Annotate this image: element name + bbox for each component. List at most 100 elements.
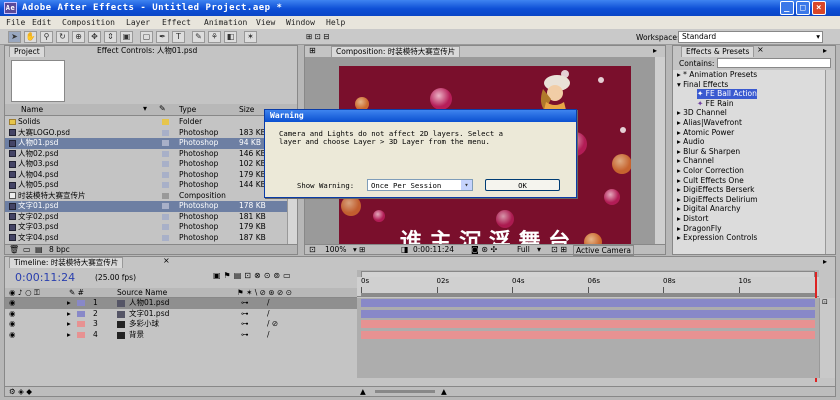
bit-depth-label[interactable]: 8 bpc — [49, 245, 70, 254]
effects-tree-item[interactable]: ▸ Alias|Wavefront — [677, 118, 742, 128]
list-item[interactable]: 人物01.psd Photoshop 94 KB — [5, 138, 287, 149]
tab-effects-presets[interactable]: Effects & Presets — [681, 46, 755, 57]
effects-tree-item[interactable]: ▸ Color Correction — [677, 166, 744, 176]
timeline-switches-icon[interactable]: ▣⚑▤⊡⊗⊙⊚▭ — [213, 271, 294, 280]
camera-snapshot-icon[interactable]: ◨ — [401, 245, 409, 254]
tab-timeline[interactable]: Timeline: 时装模特大赛宣传片 — [9, 257, 124, 268]
track-z-camera-tool-icon[interactable]: ⇕ — [104, 31, 117, 43]
close-tab-icon[interactable]: × — [757, 45, 764, 54]
expand-arrow-icon[interactable]: ▸ — [67, 319, 71, 329]
eye-icon[interactable]: ◉ — [9, 298, 16, 308]
shy-switch-icon[interactable]: ⊶ — [241, 298, 249, 308]
effects-tree-item[interactable]: ▸ Cult Effects One — [677, 176, 744, 186]
puppet-tool-icon[interactable]: ✶ — [244, 31, 257, 43]
zoom-dropdown-icon[interactable]: ▾ ⊞ — [353, 245, 365, 254]
menu-window[interactable]: Window — [286, 18, 315, 27]
rotate-tool-icon[interactable]: ↻ — [56, 31, 69, 43]
effects-tree-item[interactable]: ▸ Audio — [677, 137, 704, 147]
snapshot-icon[interactable]: ◙ ⊛ ✣ — [471, 245, 497, 254]
quality-switch-icon[interactable]: / — [267, 298, 270, 308]
timeline-scrollbar[interactable]: ⊡ — [819, 298, 835, 378]
axis-mode-icon[interactable]: ⊞ ⊡ ⊟ — [306, 32, 330, 41]
brush-tool-icon[interactable]: ✎ — [192, 31, 205, 43]
tab-effect-controls[interactable]: Effect Controls: 人物01.psd — [93, 46, 201, 57]
label-column-icon[interactable]: ✎ — [159, 104, 166, 113]
effects-tree-item[interactable]: ▸ DigiEffects Berserk — [677, 185, 755, 195]
effects-tree-item[interactable]: ▸ Blur & Sharpen — [677, 147, 740, 157]
layer-row[interactable]: ◉ ▸ 3 多彩小球 ⊶ / ⊘ — [5, 319, 357, 330]
list-item[interactable]: 文字03.psd Photoshop 179 KB — [5, 222, 287, 233]
zoom-level[interactable]: 100% — [325, 245, 346, 254]
effects-tree-item[interactable]: ▸ Atomic Power — [677, 128, 734, 138]
menu-view[interactable]: View — [256, 18, 275, 27]
clone-stamp-tool-icon[interactable]: ⚘ — [208, 31, 221, 43]
chevron-down-icon[interactable]: ▾ — [537, 245, 541, 254]
effects-tree-item[interactable]: ▸ DigiEffects Delirium — [677, 195, 758, 205]
list-item[interactable]: 人物02.psd Photoshop 146 KB — [5, 149, 287, 160]
chevron-down-icon[interactable]: ▾ — [143, 104, 147, 113]
layer-row[interactable]: ◉ ▸ 2 文字01.psd ⊶ / — [5, 309, 357, 320]
shy-switch-icon[interactable]: ⊶ — [241, 319, 249, 329]
menu-edit[interactable]: Edit — [32, 18, 51, 27]
workspace-select[interactable]: Standard ▾ — [678, 31, 823, 43]
zoom-tool-icon[interactable]: ⚲ — [40, 31, 53, 43]
list-item[interactable]: 人物03.psd Photoshop 102 KB — [5, 159, 287, 170]
panel-menu-icon[interactable]: ▸ — [823, 257, 827, 266]
maximize-button[interactable]: □ — [796, 1, 810, 15]
effects-tree-item[interactable]: ▸ Channel — [677, 156, 714, 166]
chevron-down-icon[interactable]: ▾ — [461, 180, 472, 190]
comp-timecode[interactable]: 0:00:11:24 — [413, 245, 454, 254]
active-camera-select[interactable]: Active Camera — [573, 245, 635, 256]
layer-duration-bar[interactable] — [361, 299, 815, 307]
hand-tool-icon[interactable]: ✋ — [24, 31, 37, 43]
menu-help[interactable]: Help — [326, 18, 345, 27]
label-column-icon[interactable]: ✎ # — [69, 288, 84, 297]
mask-tool-icon[interactable]: ▢ — [140, 31, 153, 43]
column-type[interactable]: Type — [179, 105, 196, 114]
column-size[interactable]: Size — [239, 105, 254, 114]
ok-button[interactable]: OK — [485, 179, 560, 191]
menu-composition[interactable]: Composition — [62, 18, 115, 27]
show-warning-select[interactable]: Once Per Session ▾ — [367, 179, 473, 191]
text-tool-icon[interactable]: T — [172, 31, 185, 43]
column-name[interactable]: Name — [21, 105, 43, 114]
list-item[interactable]: 文字01.psd Photoshop 178 KB — [5, 201, 287, 212]
list-item[interactable]: 人物05.psd Photoshop 144 KB — [5, 180, 287, 191]
source-name-header[interactable]: Source Name — [117, 288, 167, 297]
expand-arrow-icon[interactable]: ▸ — [67, 298, 71, 308]
timeline-timecode[interactable]: 0:00:11:24 — [15, 271, 75, 284]
pan-behind-tool-icon[interactable]: ▣ — [120, 31, 133, 43]
lock-icon[interactable]: ⊞ — [309, 46, 316, 55]
expand-arrow-icon[interactable]: ▸ — [67, 309, 71, 319]
close-tab-icon[interactable]: × — [163, 256, 170, 265]
eye-icon[interactable]: ◉ — [9, 319, 16, 329]
menu-animation[interactable]: Animation — [204, 18, 247, 27]
shy-switch-icon[interactable]: ⊶ — [241, 309, 249, 319]
pen-tool-icon[interactable]: ✒ — [156, 31, 169, 43]
effects-tree-item[interactable]: ▸ * Animation Presets — [677, 70, 757, 80]
effects-tree-item[interactable]: ▸ Digital Anarchy — [677, 204, 741, 214]
resolution-value[interactable]: Full — [517, 245, 530, 254]
effects-tree-item[interactable]: ▾ Final Effects — [677, 80, 728, 90]
switches-header-icon[interactable]: ⚑ ✶ \ ⊘ ⊛ ⊘ ⊙ — [237, 288, 292, 297]
layer-duration-bar[interactable] — [361, 320, 815, 328]
work-area-bar[interactable] — [361, 293, 815, 296]
effects-tree-item[interactable]: ✦ FE Rain — [697, 99, 734, 109]
orbit-camera-tool-icon[interactable]: ⊕ — [72, 31, 85, 43]
menu-effect[interactable]: Effect — [162, 18, 191, 27]
comp-scrollbar-v[interactable] — [655, 57, 665, 245]
comp-button-icon[interactable]: ⊡ — [822, 298, 828, 306]
effects-tree-item[interactable]: ▸ 3D Channel — [677, 108, 727, 118]
panel-menu-icon[interactable]: ▸ — [653, 46, 657, 55]
list-item[interactable]: 文字02.psd Photoshop 181 KB — [5, 212, 287, 223]
tab-composition[interactable]: Composition: 时装模特大赛宣传片 — [331, 46, 461, 57]
layer-duration-bar[interactable] — [361, 330, 815, 339]
region-of-interest-icon[interactable]: ⊡ ⊞ — [551, 245, 567, 254]
folder-icon[interactable]: ▭ — [23, 245, 31, 254]
menu-layer[interactable]: Layer — [126, 18, 150, 27]
quality-switch-icon[interactable]: / — [267, 309, 270, 319]
tab-project[interactable]: Project — [9, 46, 45, 57]
label-color-swatch[interactable] — [77, 331, 85, 338]
close-button[interactable]: × — [812, 1, 826, 15]
quality-switch-icon[interactable]: / ⊘ — [267, 319, 278, 329]
